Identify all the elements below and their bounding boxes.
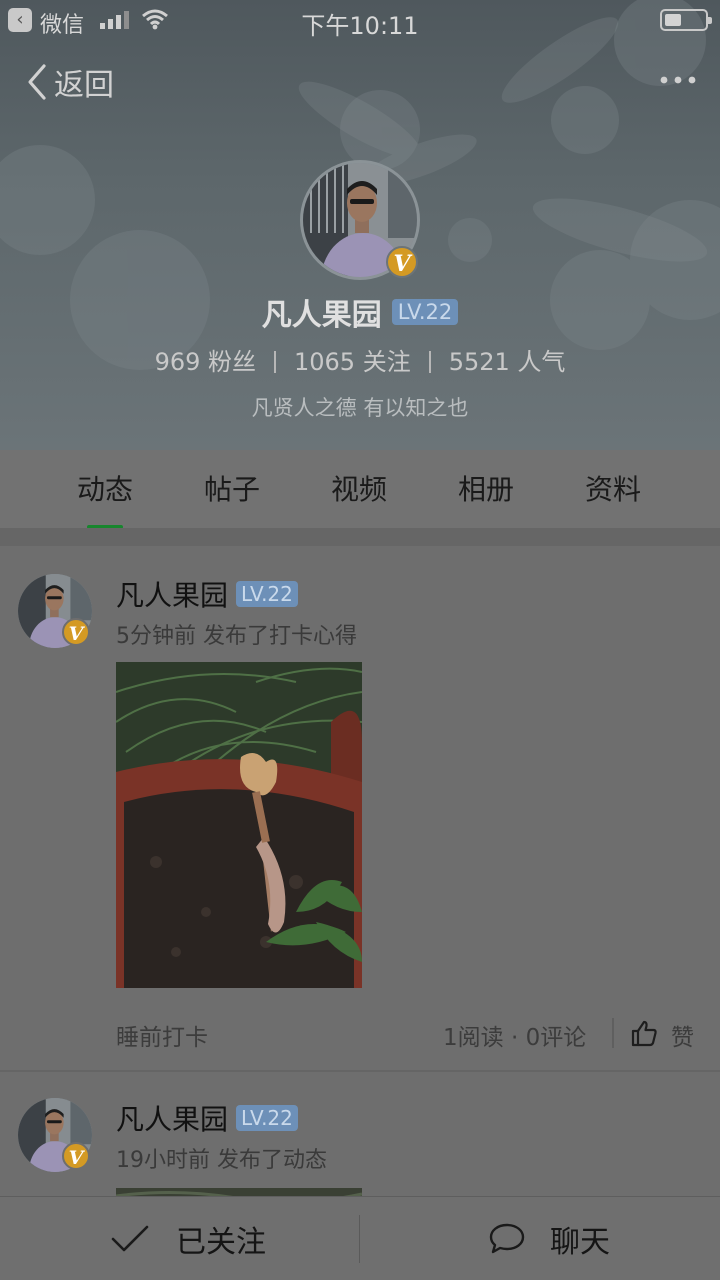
chat-button[interactable]: 聊天 bbox=[488, 1197, 610, 1280]
section-gap bbox=[0, 528, 720, 546]
post-meta: 19小时前 发布了动态 bbox=[116, 1148, 327, 1173]
bottom-separator bbox=[359, 1215, 360, 1263]
post-caption: 睡前打卡 bbox=[116, 1025, 208, 1051]
profile-tabs: 动态 帖子 视频 相册 资料 bbox=[0, 450, 720, 529]
followed-label: 已关注 bbox=[176, 1225, 266, 1260]
post-author-name: 凡人果园 bbox=[116, 579, 229, 612]
profile-name: 凡人果园 bbox=[261, 298, 382, 333]
chat-bubble-icon bbox=[489, 1223, 525, 1254]
status-bar: ‹ 微信 下午10:11 bbox=[0, 0, 720, 40]
post-meta: 5分钟前 发布了打卡心得 bbox=[116, 624, 357, 649]
back-button[interactable]: 返回 bbox=[24, 60, 114, 104]
like-icon[interactable] bbox=[630, 1019, 658, 1047]
chat-label: 聊天 bbox=[550, 1225, 610, 1260]
verified-icon: V bbox=[62, 618, 90, 646]
profile-name-row: 凡人果园 LV.22 bbox=[0, 290, 720, 334]
more-icon[interactable] bbox=[658, 70, 698, 90]
back-chevron-icon bbox=[28, 64, 46, 100]
profile-header: ‹ 微信 下午10:11 返回 V 凡人果园 LV.22 969 粉丝 1065… bbox=[0, 0, 720, 450]
profile-motto: 凡贤人之德 有以知之也 bbox=[251, 396, 469, 420]
tab-videos[interactable]: 视频 bbox=[309, 450, 409, 528]
followed-button[interactable]: 已关注 bbox=[110, 1197, 266, 1280]
verified-icon: V bbox=[386, 246, 418, 278]
post-author[interactable]: 凡人果园 LV.22 bbox=[116, 574, 298, 614]
post-author[interactable]: 凡人果园 LV.22 bbox=[116, 1098, 298, 1138]
fans-count[interactable]: 969 粉丝 bbox=[155, 348, 256, 376]
check-icon bbox=[111, 1225, 149, 1252]
following-count[interactable]: 1065 关注 bbox=[294, 348, 411, 376]
tab-info[interactable]: 资料 bbox=[563, 450, 663, 528]
tab-albums[interactable]: 相册 bbox=[436, 450, 536, 528]
popularity-count: 5521 人气 bbox=[448, 348, 566, 376]
battery-icon bbox=[660, 9, 712, 31]
feed-post[interactable]: V 凡人果园 LV.22 5分钟前 发布了打卡心得 睡前打卡 1阅读 · 0评论… bbox=[0, 546, 720, 1070]
feed-post[interactable]: V 凡人果园 LV.22 19小时前 发布了动态 bbox=[0, 1072, 720, 1196]
level-badge: LV.22 bbox=[391, 299, 459, 325]
post-image[interactable] bbox=[116, 1188, 362, 1196]
verified-icon: V bbox=[62, 1142, 90, 1170]
clock: 下午10:11 bbox=[301, 12, 419, 40]
back-label: 返回 bbox=[54, 68, 114, 103]
level-badge: LV.22 bbox=[236, 1105, 298, 1131]
profile-stats: 969 粉丝 1065 关注 5521 人气 bbox=[0, 342, 720, 377]
post-stats: 1阅读 · 0评论 bbox=[443, 1025, 587, 1051]
like-label[interactable]: 赞 bbox=[671, 1018, 694, 1052]
like-separator bbox=[612, 1018, 614, 1048]
bottom-action-bar: 已关注 聊天 bbox=[0, 1196, 720, 1280]
feed: V 凡人果园 LV.22 5分钟前 发布了打卡心得 睡前打卡 1阅读 · 0评论… bbox=[0, 546, 720, 1196]
post-author-name: 凡人果园 bbox=[116, 1103, 229, 1136]
level-badge: LV.22 bbox=[236, 581, 298, 607]
post-image[interactable] bbox=[116, 662, 362, 988]
tab-dynamics[interactable]: 动态 bbox=[55, 450, 155, 529]
tab-posts[interactable]: 帖子 bbox=[182, 450, 282, 528]
